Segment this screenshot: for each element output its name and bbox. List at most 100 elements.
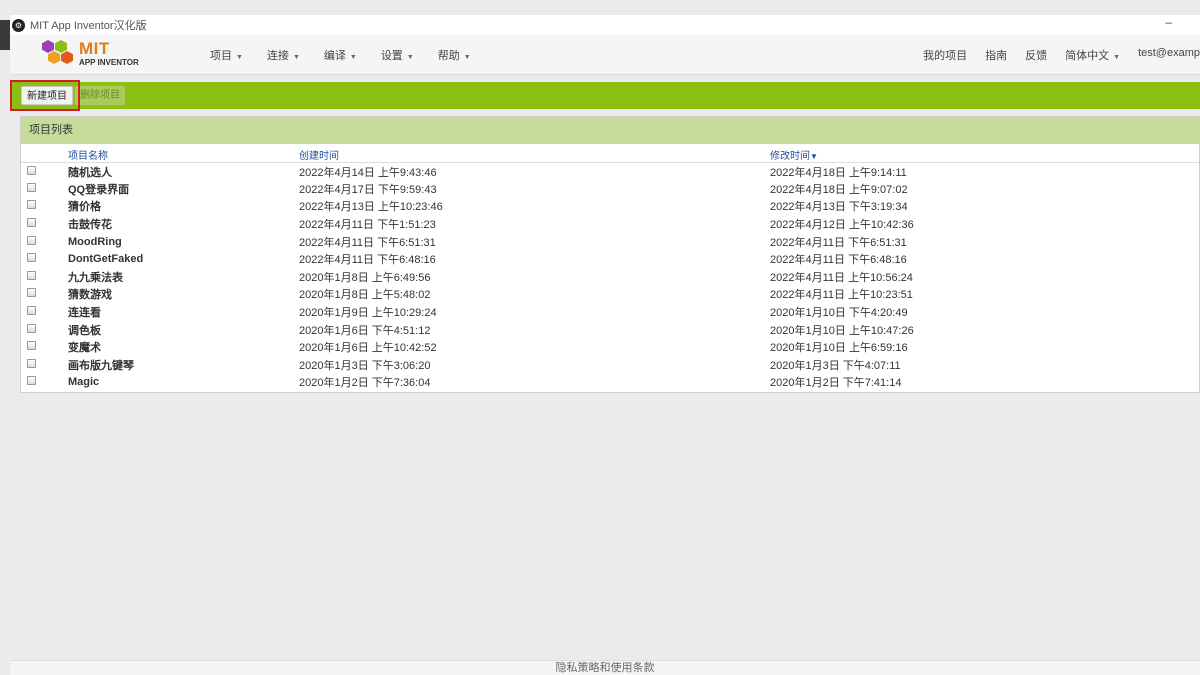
row-checkbox[interactable]	[27, 270, 36, 280]
main-nav: 项目 ▼ 连接 ▼ 编译 ▼ 设置 ▼ 帮助 ▼	[210, 47, 495, 63]
project-name-cell[interactable]: 九九乘法表	[68, 268, 299, 286]
row-checkbox-cell	[21, 321, 68, 339]
table-row[interactable]: 调色板 2020年1月6日 下午4:51:12 2020年1月10日 上午10:47…	[21, 321, 1199, 339]
table-row[interactable]: Magic 2020年1月2日 下午7:36:04 2020年1月2日 下午7:41…	[21, 374, 1199, 392]
feedback-link[interactable]: 反馈	[1025, 47, 1047, 63]
project-name-cell[interactable]: 击鼓传花	[68, 215, 299, 233]
row-checkbox-cell	[21, 338, 68, 356]
nav-menu-help[interactable]: 帮助 ▼	[438, 47, 471, 63]
nav-menu-build[interactable]: 编译 ▼	[324, 47, 357, 63]
table-header-row: 项目名称 创建时间 修改时间▼	[21, 147, 1199, 163]
minimize-button[interactable]: –	[1165, 15, 1172, 29]
sort-by-modified-header[interactable]: 修改时间▼	[770, 147, 1199, 163]
modified-time-cell: 2020年1月10日 上午6:59:16	[770, 342, 908, 355]
row-checkbox-cell	[21, 180, 68, 198]
nav-menu-project[interactable]: 项目 ▼	[210, 47, 243, 63]
created-time-cell: 2022年4月11日 下午6:48:16	[299, 254, 436, 267]
row-checkbox[interactable]	[27, 253, 36, 263]
row-checkbox[interactable]	[27, 341, 36, 351]
modified-time-cell: 2022年4月11日 上午10:56:24	[770, 271, 913, 284]
project-name-cell[interactable]: 调色板	[68, 321, 299, 339]
caret-down-icon: ▼	[406, 54, 414, 61]
sort-by-created-header[interactable]: 创建时间	[299, 147, 770, 163]
created-time-cell: 2020年1月6日 上午10:42:52	[299, 342, 437, 355]
top-header: MIT APP INVENTOR 项目 ▼ 连接 ▼ 编译 ▼ 设置 ▼ 帮助 ▼ 我的项…	[10, 35, 1200, 75]
logo-mit-text: MIT	[79, 39, 110, 58]
table-row[interactable]: 随机选人 2022年4月14日 上午9:43:46 2022年4月18日 上午9:1…	[21, 163, 1199, 181]
row-checkbox[interactable]	[27, 165, 36, 175]
row-checkbox-cell	[21, 163, 68, 181]
logo-hex-icon	[42, 40, 54, 53]
new-project-button[interactable]: 新建项目	[21, 86, 73, 105]
privacy-terms-link[interactable]: 隐私策略和使用条款	[556, 662, 655, 674]
delete-project-button[interactable]: 删除项目	[75, 86, 125, 105]
table-row[interactable]: DontGetFaked 2022年4月11日 下午6:48:16 2022年4月1…	[21, 250, 1199, 268]
project-toolbar: 新建项目 删除项目	[10, 82, 1200, 109]
table-row[interactable]: 击鼓传花 2022年4月11日 下午1:51:23 2022年4月12日 上午10:…	[21, 215, 1199, 233]
table-row[interactable]: 猜数游戏 2020年1月8日 上午5:48:02 2022年4月11日 上午10:2…	[21, 286, 1199, 304]
modified-time-cell: 2022年4月13日 下午3:19:34	[770, 201, 908, 214]
modified-time-cell: 2022年4月11日 下午6:51:31	[770, 236, 907, 249]
created-time-cell: 2020年1月2日 下午7:36:04	[299, 377, 431, 390]
panel-title: 项目列表	[21, 117, 1199, 144]
table-row[interactable]: 九九乘法表 2020年1月8日 上午6:49:56 2022年4月11日 上午10:…	[21, 268, 1199, 286]
table-row[interactable]: 画布版九键琴 2020年1月3日 下午3:06:20 2020年1月3日 下午4:0…	[21, 356, 1199, 374]
modified-time-cell: 2022年4月18日 上午9:07:02	[770, 183, 908, 196]
row-checkbox-cell	[21, 233, 68, 251]
created-time-cell: 2022年4月11日 下午1:51:23	[299, 219, 436, 232]
my-projects-link[interactable]: 我的项目	[923, 47, 967, 63]
modified-time-cell: 2022年4月11日 上午10:23:51	[770, 289, 913, 302]
caret-down-icon: ▼	[1113, 54, 1121, 61]
logo-hex-icon	[61, 51, 73, 64]
app-logo-icon: ⚙	[12, 18, 25, 32]
mit-app-inventor-logo[interactable]: MIT APP INVENTOR	[40, 37, 150, 71]
table-row[interactable]: 猜价格 2022年4月13日 上午10:23:46 2022年4月13日 下午3:1…	[21, 198, 1199, 216]
row-checkbox[interactable]	[27, 235, 36, 245]
row-checkbox[interactable]	[27, 182, 36, 192]
row-checkbox[interactable]	[27, 323, 36, 333]
guide-link[interactable]: 指南	[985, 47, 1007, 63]
modified-time-cell: 2020年1月2日 下午7:41:14	[770, 377, 902, 390]
row-checkbox[interactable]	[27, 218, 36, 228]
table-row[interactable]: MoodRing 2022年4月11日 下午6:51:31 2022年4月11日 下…	[21, 233, 1199, 251]
row-checkbox[interactable]	[27, 306, 36, 316]
row-checkbox[interactable]	[27, 288, 36, 298]
row-checkbox[interactable]	[27, 358, 36, 368]
project-name-cell[interactable]: Magic	[68, 374, 299, 392]
table-row[interactable]: 连连看 2020年1月9日 上午10:29:24 2020年1月10日 下午4:20…	[21, 303, 1199, 321]
project-name-cell[interactable]: 猜价格	[68, 198, 299, 216]
project-name-cell[interactable]: 猜数游戏	[68, 286, 299, 304]
modified-time-cell: 2022年4月18日 上午9:14:11	[770, 166, 907, 179]
row-checkbox[interactable]	[27, 376, 36, 386]
project-name-cell[interactable]: 变魔术	[68, 338, 299, 356]
sort-desc-icon: ▼	[810, 152, 818, 161]
row-checkbox-cell	[21, 268, 68, 286]
nav-menu-label: 项目	[210, 50, 232, 62]
user-account-menu[interactable]: test@examp	[1138, 47, 1200, 63]
created-time-cell: 2022年4月14日 上午9:43:46	[299, 166, 437, 179]
table-row[interactable]: 变魔术 2020年1月6日 上午10:42:52 2020年1月10日 上午6:59…	[21, 338, 1199, 356]
sort-by-name-header[interactable]: 项目名称	[68, 147, 299, 163]
project-list-panel: 项目列表 项目名称 创建时间 修改时间▼ 随机选人 2022年4月14日 上午9:…	[20, 116, 1200, 393]
nav-menu-settings[interactable]: 设置 ▼	[381, 47, 414, 63]
created-time-cell: 2022年4月13日 上午10:23:46	[299, 201, 443, 214]
created-time-cell: 2020年1月6日 下午4:51:12	[299, 324, 431, 337]
row-checkbox-cell	[21, 250, 68, 268]
row-checkbox[interactable]	[27, 200, 36, 210]
project-name-cell[interactable]: MoodRing	[68, 233, 299, 251]
project-name-cell[interactable]: QQ登录界面	[68, 180, 299, 198]
project-name-cell[interactable]: 连连看	[68, 303, 299, 321]
language-dropdown[interactable]: 简体中文 ▼	[1065, 47, 1120, 63]
project-name-cell[interactable]: 随机选人	[68, 163, 299, 181]
language-label: 简体中文	[1065, 50, 1110, 62]
caret-down-icon: ▼	[349, 54, 357, 61]
created-time-cell: 2020年1月8日 上午5:48:02	[299, 289, 431, 302]
nav-menu-connect[interactable]: 连接 ▼	[267, 47, 300, 63]
project-table: 项目名称 创建时间 修改时间▼ 随机选人 2022年4月14日 上午9:43:46…	[21, 147, 1199, 391]
nav-menu-label: 编译	[323, 50, 346, 62]
project-name-cell[interactable]: DontGetFaked	[68, 250, 299, 268]
window-left-edge	[0, 20, 10, 50]
row-checkbox-cell	[21, 303, 68, 321]
table-row[interactable]: QQ登录界面 2022年4月17日 下午9:59:43 2022年4月18日 上午9…	[21, 180, 1199, 198]
project-name-cell[interactable]: 画布版九键琴	[68, 356, 299, 374]
